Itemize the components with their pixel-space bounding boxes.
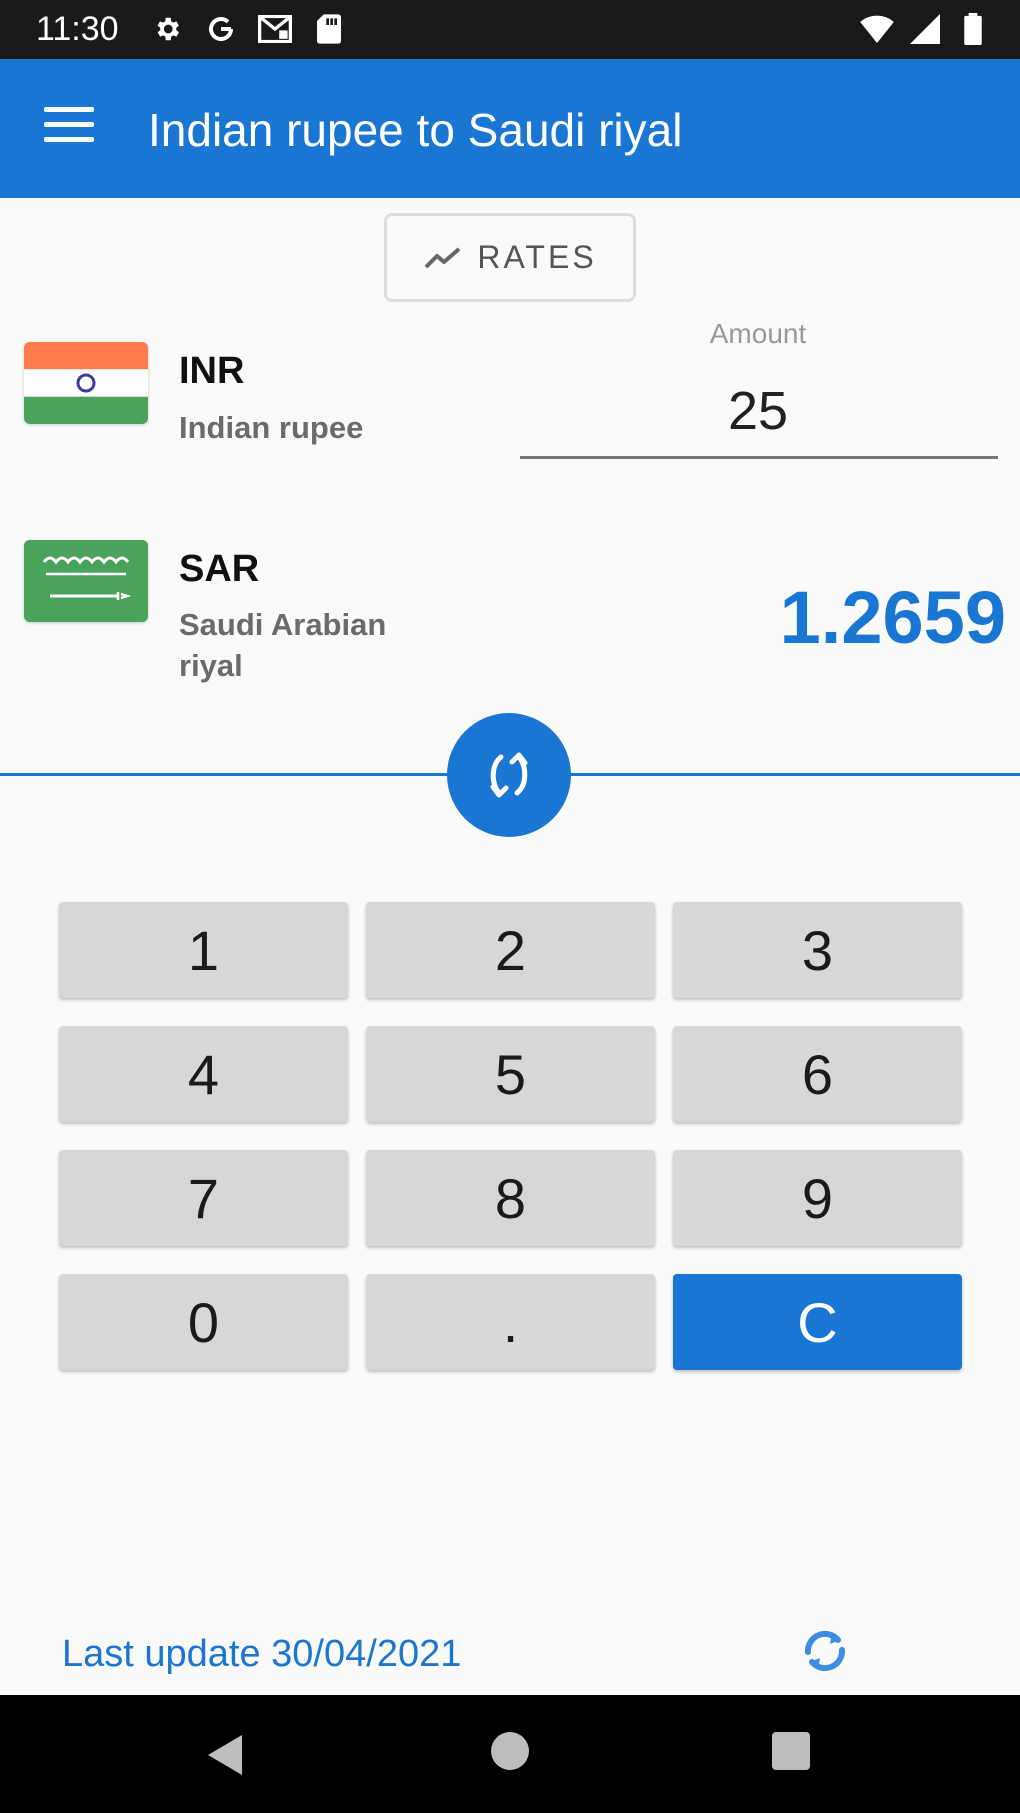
menu-icon[interactable]	[44, 107, 94, 147]
settings-icon	[150, 12, 184, 46]
key-3[interactable]: 3	[673, 902, 962, 998]
status-time: 11:30	[36, 10, 119, 48]
to-currency-name: Saudi Arabian riyal	[179, 607, 387, 683]
app-bar: Indian rupee to Saudi riyal	[0, 59, 1020, 198]
battery-icon	[956, 12, 990, 46]
refresh-icon[interactable]	[796, 1622, 854, 1680]
key-7[interactable]: 7	[59, 1150, 348, 1246]
to-currency-code[interactable]: SAR	[179, 548, 259, 591]
google-icon	[204, 12, 238, 46]
key-clear[interactable]: C	[673, 1274, 962, 1370]
rates-button[interactable]: RATES	[384, 213, 636, 302]
amount-label: Amount	[709, 318, 807, 349]
key-0[interactable]: 0	[59, 1274, 348, 1370]
back-icon[interactable]	[204, 1733, 244, 1782]
key-9[interactable]: 9	[673, 1150, 962, 1246]
key-1[interactable]: 1	[59, 902, 348, 998]
from-currency-name: Indian rupee	[179, 410, 364, 445]
nav-bar	[0, 1695, 1020, 1813]
key-decimal[interactable]: .	[366, 1274, 655, 1370]
trending-icon	[424, 246, 461, 268]
status-icons-left	[150, 12, 346, 46]
status-icons-right	[860, 12, 990, 46]
swap-button[interactable]	[447, 713, 571, 837]
amount-input[interactable]: 25	[520, 380, 996, 442]
key-8[interactable]: 8	[366, 1150, 655, 1246]
wifi-icon	[860, 12, 894, 46]
recents-icon[interactable]	[772, 1732, 810, 1770]
gmail-icon	[258, 12, 292, 46]
key-6[interactable]: 6	[673, 1026, 962, 1122]
sd-card-icon	[312, 12, 346, 46]
key-4[interactable]: 4	[59, 1026, 348, 1122]
india-flag[interactable]	[24, 342, 148, 424]
converted-result: 1.2659	[779, 576, 1006, 659]
last-update-text: Last update 30/04/2021	[62, 1633, 462, 1675]
from-currency-code[interactable]: INR	[179, 350, 244, 393]
home-icon[interactable]	[491, 1732, 529, 1770]
swap-icon	[490, 752, 528, 798]
key-5[interactable]: 5	[366, 1026, 655, 1122]
signal-icon	[908, 12, 942, 46]
saudi-flag[interactable]	[24, 540, 148, 622]
key-2[interactable]: 2	[366, 902, 655, 998]
status-bar: 11:30	[0, 0, 1020, 59]
amount-underline	[520, 456, 998, 459]
rates-button-label: RATES	[477, 239, 597, 275]
page-title: Indian rupee to Saudi riyal	[148, 104, 683, 156]
